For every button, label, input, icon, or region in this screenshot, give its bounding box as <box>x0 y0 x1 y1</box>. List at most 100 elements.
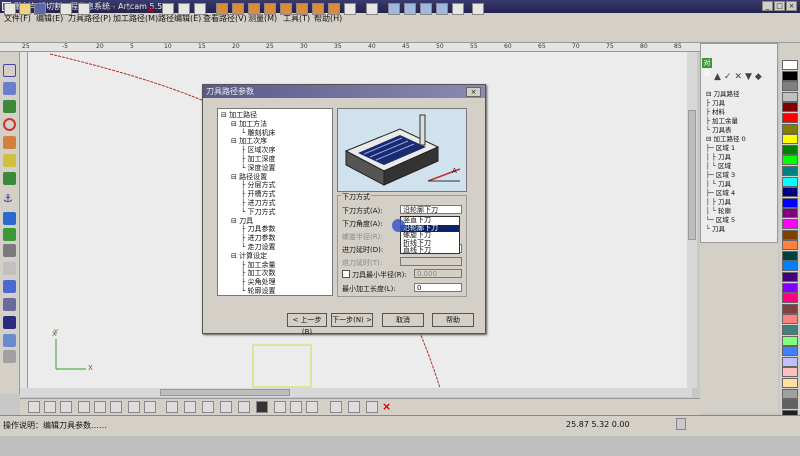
select-icon[interactable] <box>78 3 90 15</box>
tree-node[interactable]: ├ 区域次序 <box>241 146 275 155</box>
box-view-1-icon[interactable] <box>216 3 228 15</box>
panel-tree-item[interactable]: │ ├ 刀具 <box>706 198 776 207</box>
color-swatch[interactable] <box>782 378 798 388</box>
color-swatch[interactable] <box>782 123 798 134</box>
layer-tool-icon[interactable] <box>3 350 16 363</box>
color-swatch[interactable] <box>782 81 798 92</box>
edit-tool-20-icon[interactable] <box>366 401 378 413</box>
box-view-7-icon[interactable] <box>312 3 324 15</box>
color-swatch[interactable] <box>782 272 798 282</box>
line-tool-icon[interactable] <box>3 82 16 95</box>
panel-tree-item[interactable]: ├─ 区域 1 <box>706 144 776 153</box>
zoom-window-icon[interactable] <box>366 3 378 15</box>
panel-tree-item[interactable]: ⊟ 刀具路径 <box>706 90 776 99</box>
copy-icon[interactable] <box>178 3 190 15</box>
tree-node[interactable]: ⊟ 加工路径 <box>221 111 257 120</box>
edit-tool-5-icon[interactable] <box>94 401 106 413</box>
tree-node[interactable]: ├ 进刀方式 <box>241 199 275 208</box>
box-view-2-icon[interactable] <box>232 3 244 15</box>
edit-tool-7-icon[interactable] <box>128 401 140 413</box>
color-swatch[interactable] <box>782 399 798 410</box>
panel-tree-item[interactable]: ├─ 区域 3 <box>706 171 776 180</box>
minimize-button[interactable]: _ <box>762 1 773 11</box>
anchor-icon[interactable]: ⚓ <box>3 192 16 205</box>
color-swatch[interactable] <box>782 144 798 155</box>
render-4-icon[interactable] <box>436 3 448 15</box>
box-view-6-icon[interactable] <box>296 3 308 15</box>
circle-tool-icon[interactable] <box>3 118 16 131</box>
help-button[interactable]: 帮助 <box>432 313 474 327</box>
color-swatch[interactable] <box>782 335 798 346</box>
color-swatch[interactable] <box>782 134 798 145</box>
maximize-button[interactable]: □ <box>774 1 785 11</box>
plunge-mode-select[interactable]: 沿轮廓下刀 <box>400 205 462 214</box>
dropdown-option[interactable]: 直线下刀 <box>401 246 459 255</box>
polyline-tool-icon[interactable] <box>3 100 16 113</box>
panel-tree-item[interactable]: ├ 刀具 <box>706 99 776 108</box>
tree-node[interactable]: ⊟ 计算设定 <box>231 252 267 261</box>
dialog-close-button[interactable]: × <box>466 87 481 97</box>
tree-node[interactable]: └ 轮廓设置 <box>241 287 275 296</box>
panel-tree-item[interactable]: └─ 区域 5 <box>706 216 776 225</box>
color-swatch[interactable] <box>782 240 798 251</box>
horizontal-scroll-thumb[interactable] <box>160 389 290 396</box>
min-length-field[interactable]: 0 <box>414 283 462 292</box>
edit-tool-10-icon[interactable] <box>184 401 196 413</box>
snap-icon[interactable] <box>472 3 484 15</box>
panel-tree-item[interactable]: └ 刀具 <box>706 225 776 234</box>
color-swatch[interactable] <box>782 60 798 70</box>
color-swatch[interactable] <box>782 388 798 399</box>
min-radius-field[interactable]: 0.000 <box>414 269 462 278</box>
tree-node[interactable]: ├ 进刀参数 <box>241 234 275 243</box>
text-tool-icon[interactable] <box>3 154 16 167</box>
color-swatch[interactable] <box>782 282 798 293</box>
tree-node[interactable]: └ 走刀设置 <box>241 243 275 252</box>
move-tool-icon[interactable] <box>3 280 16 293</box>
color-swatch[interactable] <box>782 303 798 314</box>
edit-tool-16-icon[interactable] <box>290 401 302 413</box>
color-swatch[interactable] <box>782 155 798 166</box>
paste-icon[interactable] <box>194 3 206 15</box>
render-3-icon[interactable] <box>420 3 432 15</box>
panel-tab-objects[interactable]: 对象 <box>702 58 712 77</box>
arc-tool-icon[interactable] <box>3 136 16 149</box>
redo-icon[interactable]: ↷ <box>122 3 134 16</box>
panel-tree-item[interactable]: │ └ 轮廓 <box>706 207 776 216</box>
edit-tool-15-icon[interactable] <box>274 401 286 413</box>
color-swatch[interactable] <box>782 325 798 335</box>
color-swatch[interactable] <box>782 176 798 187</box>
panel-tree-item[interactable]: │ ├ 刀具 <box>706 153 776 162</box>
close-button[interactable]: × <box>786 1 797 11</box>
panel-tree-item[interactable]: ├ 加工余量 <box>706 117 776 126</box>
color-swatch[interactable] <box>782 166 798 176</box>
edit-tool-14-icon[interactable] <box>256 401 268 413</box>
next-button[interactable]: 下一步(N) > <box>331 313 373 327</box>
open-folder-icon[interactable] <box>19 3 31 15</box>
cut-icon[interactable] <box>162 3 174 15</box>
undo-icon[interactable]: ↶ <box>106 3 118 16</box>
panel-tree-item[interactable]: │ └ 刀具 <box>706 180 776 189</box>
panel-tree-item[interactable]: │ └ 区域 <box>706 162 776 171</box>
view-dropdown-icon[interactable] <box>344 3 356 15</box>
edit-tool-8-icon[interactable] <box>144 401 156 413</box>
save-icon[interactable] <box>34 3 46 15</box>
box-view-5-icon[interactable] <box>280 3 292 15</box>
color-swatch[interactable] <box>782 261 798 272</box>
new-file-icon[interactable] <box>4 3 16 15</box>
edit-tool-17-icon[interactable] <box>306 401 318 413</box>
edit-tool-18-icon[interactable] <box>330 401 342 413</box>
render-dropdown-icon[interactable] <box>452 3 464 15</box>
edit-tool-9-icon[interactable] <box>166 401 178 413</box>
color-swatch[interactable] <box>782 356 798 367</box>
color-swatch[interactable] <box>782 314 798 325</box>
color-swatch[interactable] <box>782 367 798 378</box>
edit-tool-13-icon[interactable] <box>238 401 250 413</box>
delete-object-icon[interactable]: × <box>382 401 394 413</box>
exit-delay-field[interactable] <box>400 257 462 266</box>
box-view-8-icon[interactable] <box>328 3 340 15</box>
panel-tree-item[interactable]: ├─ 区域 4 <box>706 189 776 198</box>
tree-node[interactable]: ⊟ 加工方法 <box>231 120 267 129</box>
color-swatch[interactable] <box>782 346 798 357</box>
rotate-tool-icon[interactable] <box>3 172 16 185</box>
grid-icon[interactable] <box>60 3 72 15</box>
